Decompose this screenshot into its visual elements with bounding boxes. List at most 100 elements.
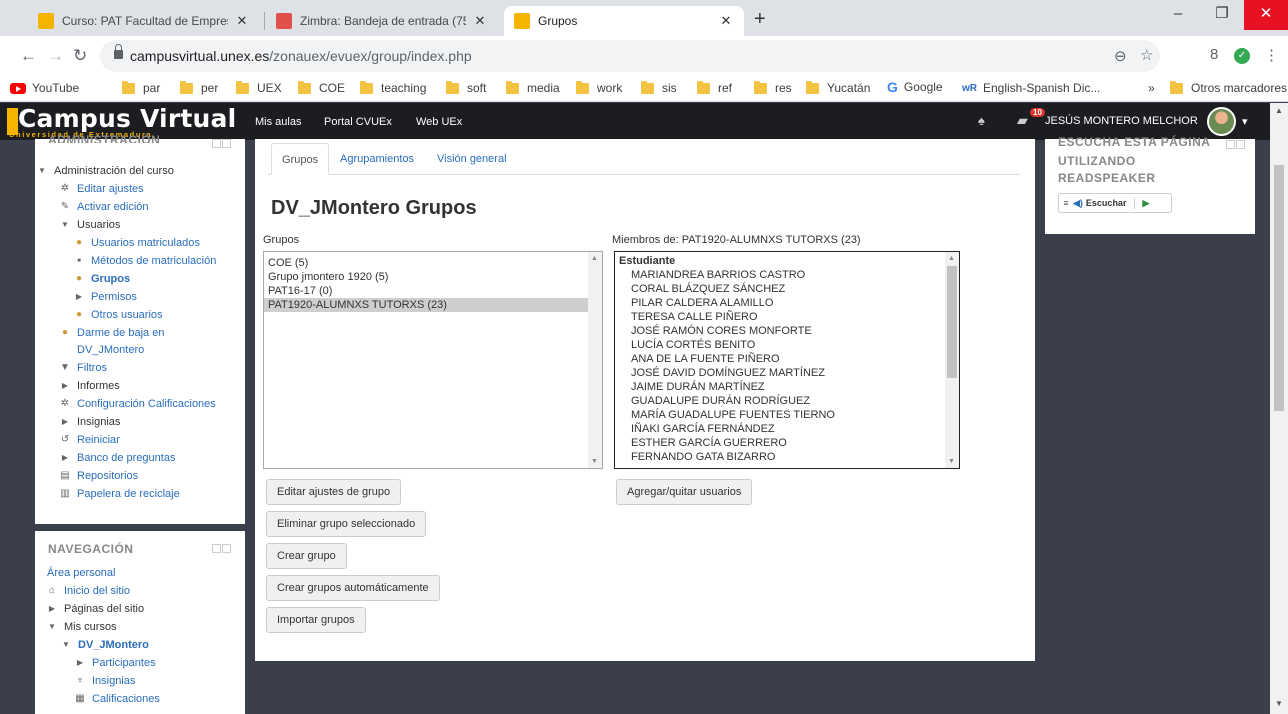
groups-listbox[interactable]: COE (5) Grupo jmontero 1920 (5) PAT16-17… <box>263 251 603 469</box>
tree-insignias[interactable]: ▶ Insignias <box>58 416 121 428</box>
tree-darme-de-baja-course[interactable]: DV_JMontero <box>77 344 144 356</box>
tab-vision-general[interactable]: Visión general <box>437 153 507 165</box>
tree-usuarios[interactable]: ▼ Usuarios <box>58 219 120 231</box>
bookmark-media[interactable]: media <box>506 80 560 95</box>
tree-configuracion-calificaciones[interactable]: ✲ Configuración Calificaciones <box>58 398 216 410</box>
tree-informes[interactable]: ▶ Informes <box>58 380 120 392</box>
member-option[interactable]: JOSÉ RAMÓN CORES MONFORTE <box>615 324 959 338</box>
dock-icon[interactable] <box>212 139 221 148</box>
close-tab-icon[interactable]: ✕ <box>234 13 250 29</box>
group-option[interactable]: PAT16-17 (0) <box>264 284 602 298</box>
address-bar[interactable]: campusvirtual.unex.es/zonauex/evuex/grou… <box>100 40 1160 72</box>
close-window-icon[interactable]: ✕ <box>1244 0 1288 30</box>
tree-filtros[interactable]: ▼ Filtros <box>58 362 107 374</box>
tree-papelera[interactable]: ▥ Papelera de reciclaje <box>58 488 179 500</box>
scroll-down-icon[interactable]: ▼ <box>591 458 598 465</box>
collapse-icon[interactable] <box>222 139 231 148</box>
readspeaker-listen-button[interactable]: ≡ ◀) Escuchar ▶ <box>1058 193 1172 213</box>
member-option[interactable]: ANA DE LA FUENTE PIÑERO <box>615 352 959 366</box>
minimize-window-icon[interactable]: – <box>1156 0 1200 30</box>
close-tab-icon[interactable]: ✕ <box>718 13 734 29</box>
group-option[interactable]: Grupo jmontero 1920 (5) <box>264 270 602 284</box>
maximize-window-icon[interactable]: ❐ <box>1200 0 1244 30</box>
member-option[interactable]: TERESA CALLE PIÑERO <box>615 310 959 324</box>
member-option[interactable]: MARÍA GUADALUPE FUENTES TIERNO <box>615 408 959 422</box>
bookmark-ref[interactable]: ref <box>697 80 732 95</box>
bookmark-work[interactable]: work <box>576 80 622 95</box>
tree-admin-curso[interactable]: ▼ Administración del curso <box>35 165 174 177</box>
messages-icon[interactable]: ▰ <box>1017 112 1028 129</box>
edit-group-button[interactable]: Editar ajustes de grupo <box>266 479 402 505</box>
browser-tab-grupos[interactable]: Grupos ✕ <box>504 6 744 36</box>
nav-calificaciones[interactable]: ▦ Calificaciones <box>73 693 160 705</box>
group-option[interactable]: COE (5) <box>264 256 602 270</box>
user-menu-caret-icon[interactable]: ▾ <box>1242 115 1248 128</box>
group-option-selected[interactable]: PAT1920-ALUMNXS TUTORXS (23) <box>264 298 594 312</box>
profile-icon[interactable]: 8 <box>1210 46 1218 63</box>
bookmark-per[interactable]: per <box>180 80 218 95</box>
nav-inicio-sitio[interactable]: ⌂ Inicio del sitio <box>45 585 130 597</box>
scroll-up-icon[interactable]: ▲ <box>591 255 598 262</box>
tree-banco-preguntas[interactable]: ▶ Banco de preguntas <box>58 452 176 464</box>
tree-otros-usuarios[interactable]: ● Otros usuarios <box>72 309 163 321</box>
bookmarks-overflow[interactable]: » <box>1148 81 1155 95</box>
bookmark-youtube[interactable]: YouTube <box>10 81 79 95</box>
groups-scrollbar[interactable]: ▲ ▼ <box>588 252 602 468</box>
dock-icon[interactable] <box>1226 140 1235 149</box>
member-option[interactable]: JOSÉ DAVID DOMÍNGUEZ MARTÍNEZ <box>615 366 959 380</box>
bookmark-res[interactable]: res <box>754 80 792 95</box>
member-option[interactable]: MARIANDREA BARRIOS CASTRO <box>615 268 959 282</box>
tree-darme-de-baja[interactable]: ● Darme de baja en <box>58 327 164 339</box>
nav-mis-cursos[interactable]: ▼ Mis cursos <box>45 621 117 633</box>
tree-activar-edicion[interactable]: ✎ Activar edición <box>58 201 149 213</box>
bookmark-wordreference[interactable]: wR English-Spanish Dic... <box>962 81 1100 95</box>
tree-permisos[interactable]: ▶ Permisos <box>72 291 137 303</box>
avatar[interactable] <box>1207 107 1236 136</box>
nav-participantes[interactable]: ▶ Participantes <box>73 657 156 669</box>
tree-metodos-matriculacion[interactable]: ■ Métodos de matriculación <box>72 255 216 267</box>
reload-icon[interactable]: ↻ <box>73 46 87 66</box>
extension-shield-icon[interactable]: ✓ <box>1234 48 1250 64</box>
add-remove-users-button[interactable]: Agregar/quitar usuarios <box>616 479 753 505</box>
user-name[interactable]: JESÚS MONTERO MELCHOR <box>1045 115 1198 127</box>
nav-portal-cvuex[interactable]: Portal CVUEx <box>324 116 392 128</box>
tree-repositorios[interactable]: ▤ Repositorios <box>58 470 138 482</box>
tree-usuarios-matriculados[interactable]: ● Usuarios matriculados <box>72 237 200 249</box>
nav-mis-aulas[interactable]: Mis aulas <box>255 116 301 128</box>
bookmark-soft[interactable]: soft <box>446 80 486 95</box>
nav-insignias[interactable]: ♆ Insignias <box>73 675 135 687</box>
bookmark-uex[interactable]: UEX <box>236 80 282 95</box>
tree-grupos[interactable]: ● Grupos <box>72 273 130 285</box>
bookmark-otros[interactable]: Otros marcadores <box>1170 80 1287 95</box>
member-option[interactable]: ESTHER GARCÍA GUERRERO <box>615 436 959 450</box>
menu-icon[interactable]: ≡ <box>1059 198 1073 208</box>
import-groups-button[interactable]: Importar grupos <box>266 607 366 633</box>
scroll-thumb[interactable] <box>947 266 957 378</box>
back-icon[interactable]: ← <box>20 46 37 66</box>
members-scrollbar[interactable]: ▲ ▼ <box>945 252 959 468</box>
nav-area-personal[interactable]: Área personal <box>47 567 116 579</box>
delete-group-button[interactable]: Eliminar grupo seleccionado <box>266 511 427 537</box>
create-group-button[interactable]: Crear grupo <box>266 543 347 569</box>
bookmark-coe[interactable]: COE <box>298 80 345 95</box>
auto-create-groups-button[interactable]: Crear grupos automáticamente <box>266 575 440 601</box>
bookmark-google[interactable]: G Google <box>887 79 943 95</box>
bookmark-star-icon[interactable]: ☆ <box>1140 46 1153 64</box>
play-icon[interactable]: ▶ <box>1134 197 1149 209</box>
scroll-up-icon[interactable]: ▲ <box>1275 106 1283 115</box>
dock-icon[interactable] <box>212 544 221 553</box>
member-option[interactable]: JAIME DURÁN MARTÍNEZ <box>615 380 959 394</box>
nav-course-dv-jmontero[interactable]: ▼ DV_JMontero <box>59 639 149 651</box>
tab-agrupamientos[interactable]: Agrupamientos <box>340 153 414 165</box>
browser-tab-pat[interactable]: Curso: PAT Facultad de Empresa ✕ <box>28 6 260 36</box>
member-option[interactable]: FERNANDO GATA BIZARRO <box>615 450 959 464</box>
scroll-up-icon[interactable]: ▲ <box>948 255 955 262</box>
collapse-icon[interactable] <box>1236 140 1245 149</box>
close-tab-icon[interactable]: ✕ <box>472 13 488 29</box>
new-tab-icon[interactable]: + <box>754 8 766 31</box>
member-option[interactable]: CORAL BLÁZQUEZ SÁNCHEZ <box>615 282 959 296</box>
collapse-icon[interactable] <box>222 544 231 553</box>
page-scrollbar[interactable]: ▲ ▼ <box>1270 103 1288 714</box>
site-logo[interactable]: Campus Virtual <box>18 104 236 133</box>
bookmark-yucatan[interactable]: Yucatán <box>806 80 870 95</box>
